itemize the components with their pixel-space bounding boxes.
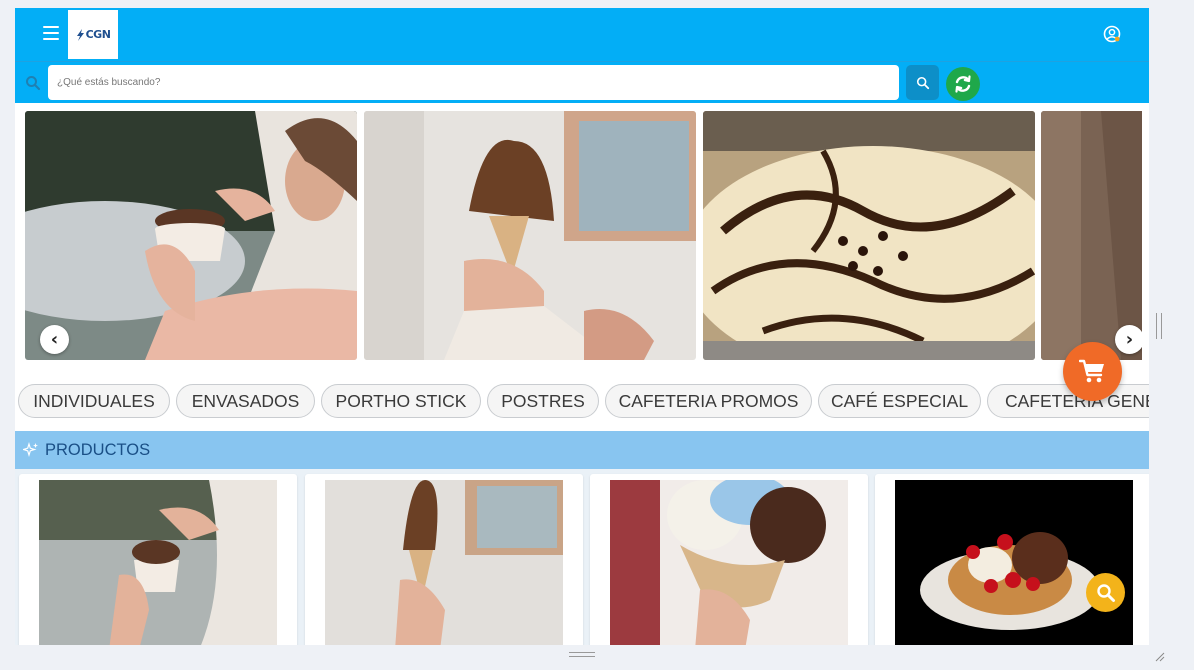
carousel-prev-button[interactable]: ‹: [40, 325, 69, 354]
category-chip[interactable]: PORTHO STICK: [321, 384, 481, 418]
slide-image: [1041, 111, 1142, 360]
logo-text: CGN: [85, 28, 111, 41]
category-chip[interactable]: ENVASADOS: [176, 384, 315, 418]
category-chip[interactable]: POSTRES: [487, 384, 599, 418]
app-window: CGN ¿Qué estás buscando? ‹ › INDIVIDUALE…: [15, 8, 1149, 645]
products-section-header: PRODUCTOS: [15, 431, 1149, 469]
horizontal-resize-handle[interactable]: [569, 652, 595, 658]
logo-mark-icon: [76, 28, 84, 41]
category-chip[interactable]: CAFÉ ESPECIAL: [818, 384, 981, 418]
product-card[interactable]: [19, 474, 297, 645]
zoom-button[interactable]: [1086, 573, 1125, 612]
slide-image: [703, 111, 1035, 360]
product-image: [895, 480, 1133, 645]
search-button[interactable]: [906, 65, 939, 100]
category-chip[interactable]: INDIVIDUALES: [18, 384, 170, 418]
image-carousel[interactable]: ‹ ›: [25, 111, 1142, 360]
category-chips: INDIVIDUALES ENVASADOS PORTHO STICK POST…: [18, 384, 1149, 420]
search-icon: [26, 76, 41, 91]
magnifier-icon: [1096, 583, 1115, 602]
carousel-slide[interactable]: [25, 111, 357, 360]
search-icon: [916, 76, 929, 89]
product-card[interactable]: [305, 474, 583, 645]
product-grid: [15, 469, 1149, 645]
hamburger-menu-icon[interactable]: [43, 26, 59, 40]
search-input[interactable]: [48, 65, 899, 100]
sparkle-icon: [23, 442, 38, 458]
category-chip[interactable]: CAFETERIA PROMOS: [605, 384, 812, 418]
carousel-slide[interactable]: [1041, 111, 1142, 360]
product-card[interactable]: [875, 474, 1149, 645]
slide-image: [25, 111, 357, 360]
carousel-slide[interactable]: [703, 111, 1035, 360]
corner-resize-grip-icon[interactable]: [1153, 650, 1165, 662]
search-bar: [15, 61, 1149, 103]
product-image: [39, 480, 277, 645]
vertical-resize-handle[interactable]: [1156, 313, 1162, 339]
logo[interactable]: CGN: [68, 10, 118, 59]
carousel-slide[interactable]: [364, 111, 696, 360]
user-account-icon[interactable]: [1102, 24, 1122, 44]
cart-button[interactable]: [1063, 342, 1122, 401]
product-image: [325, 480, 563, 645]
product-image: [610, 480, 848, 645]
carousel-next-button[interactable]: ›: [1115, 325, 1142, 354]
sync-button[interactable]: [946, 67, 980, 101]
shopping-cart-icon: [1078, 359, 1104, 382]
products-title: PRODUCTOS: [45, 440, 151, 459]
top-bar: CGN: [15, 8, 1149, 61]
slide-image: [364, 111, 696, 360]
product-card[interactable]: [590, 474, 868, 645]
refresh-sync-icon: [955, 75, 971, 93]
